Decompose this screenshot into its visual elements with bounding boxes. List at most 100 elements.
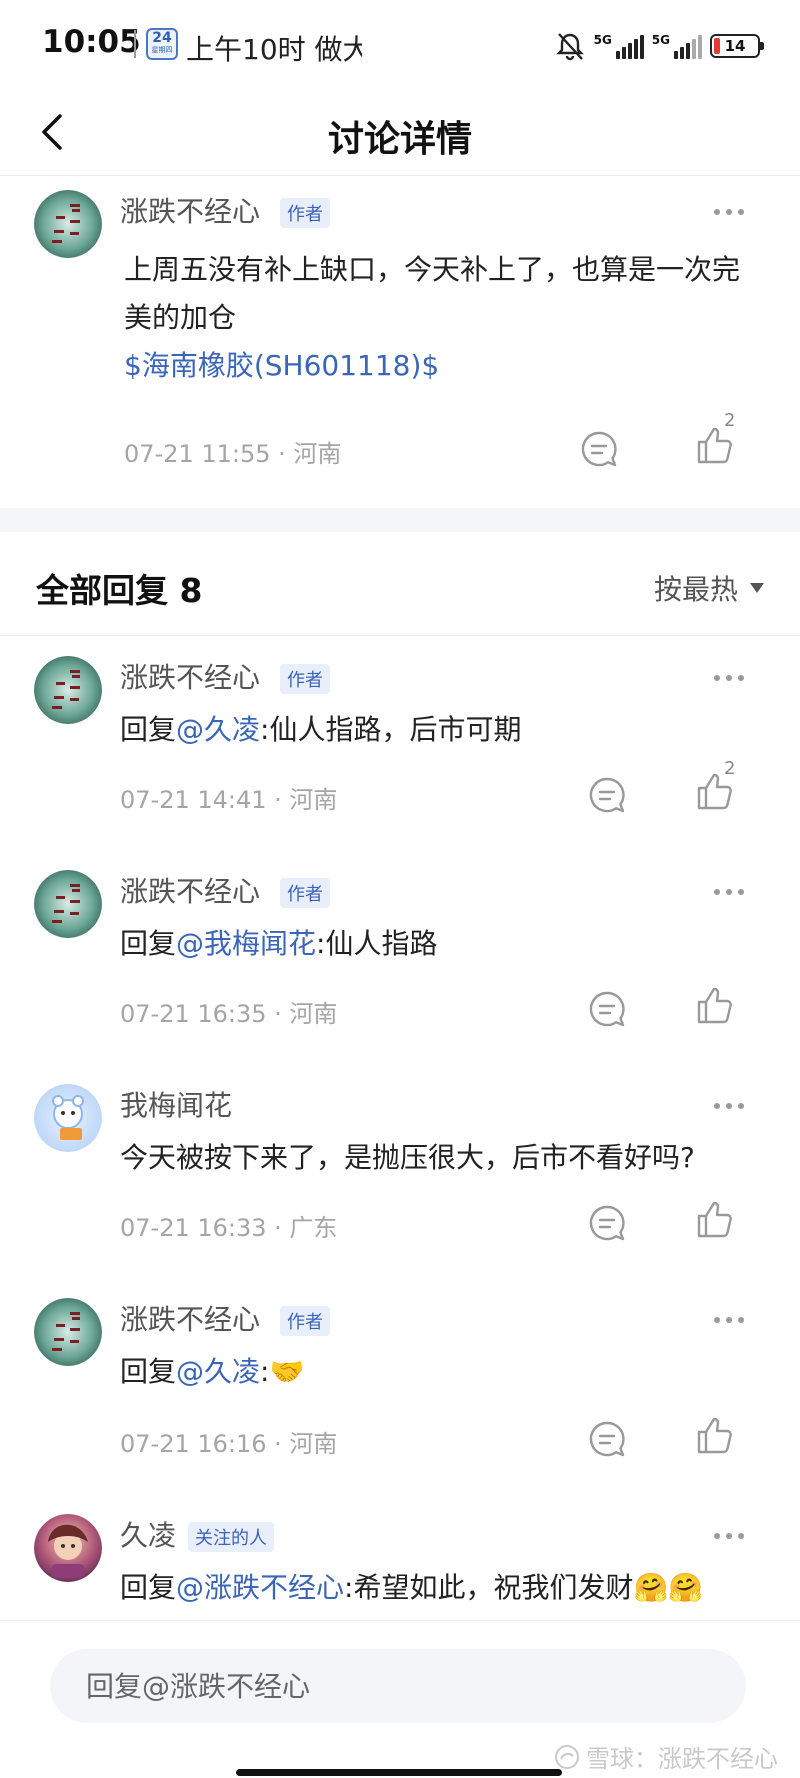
calendar-weekday: 星期四: [151, 46, 173, 54]
watermark: 雪球：涨跌不经心: [554, 1739, 778, 1774]
comment-icon: [589, 1421, 625, 1457]
page-title: 讨论详情: [327, 119, 472, 160]
hug-emoji-icon: 🤗🤗: [633, 1571, 704, 1604]
author-badge: 作者: [280, 664, 330, 694]
avatar[interactable]: [34, 1084, 102, 1152]
signal-icon: 5G: [594, 33, 644, 59]
reply-text: 回复@久凌:仙人指路，后市可期: [120, 706, 521, 754]
comment-button[interactable]: [584, 1200, 630, 1246]
avatar-image: [34, 190, 102, 258]
thumbs-up-icon: [697, 987, 732, 1024]
more-options-icon[interactable]: [714, 202, 744, 222]
reply-text: 今天被按下来了，是抛压很大，后市不看好吗?: [120, 1141, 695, 1174]
comment-icon: [589, 991, 625, 1027]
calendar-day: 24: [152, 30, 172, 46]
reply-author[interactable]: 我梅闻花: [120, 1084, 232, 1124]
caret-down-icon: [750, 583, 764, 593]
post-author[interactable]: 涨跌不经心: [120, 190, 260, 230]
reply-text: 回复@我梅闻花:仙人指路: [120, 920, 437, 968]
comment-button[interactable]: [584, 1416, 630, 1462]
reply-prefix: 回复: [120, 713, 177, 746]
following-badge: 关注的人: [188, 1522, 274, 1552]
post-text-line-2: 美的加仓: [124, 301, 237, 334]
reply-item: 久凌 关注的人 回复@涨跌不经心:希望如此，祝我们发财🤗🤗: [0, 1494, 800, 1624]
reply-body: :仙人指路，后市可期: [260, 713, 522, 746]
thumbs-up-icon: [697, 1417, 732, 1454]
reply-author[interactable]: 久凌: [120, 1514, 176, 1554]
avatar[interactable]: [34, 870, 102, 938]
battery-icon: 14: [710, 34, 764, 58]
reply-item: 涨跌不经心 作者 回复@我梅闻花:仙人指路 07-21 16:35 · 河南: [0, 850, 800, 1064]
handshake-emoji-icon: 🤝: [269, 1355, 305, 1388]
reply-item: 涨跌不经心 作者 回复@久凌:🤝 07-21 16:16 · 河南: [0, 1278, 800, 1494]
author-badge: 作者: [280, 878, 330, 908]
sort-label: 按最热: [653, 573, 738, 606]
reply-meta: 07-21 16:33 · 广东: [120, 1214, 338, 1242]
avatar[interactable]: [34, 1514, 102, 1582]
like-button[interactable]: [692, 982, 738, 1028]
reply-body: :仙人指路: [316, 927, 438, 960]
network-type-label-2: 5G: [651, 33, 670, 47]
like-count: 2: [724, 410, 736, 431]
mention-link[interactable]: @久凌: [176, 713, 260, 746]
signal-icon-2: 5G: [652, 33, 702, 59]
nav-bar: 讨论详情: [0, 90, 800, 176]
bell-muted-icon: [555, 33, 584, 61]
network-type-label: 5G: [593, 33, 612, 47]
reply-author[interactable]: 涨跌不经心: [120, 656, 260, 696]
post-text-line-1: 上周五没有补上缺口，今天补上了，也算是一次完: [124, 253, 741, 286]
reply-author[interactable]: 涨跌不经心: [120, 1298, 260, 1338]
calendar-icon: 24 星期四: [146, 28, 178, 60]
more-options-icon[interactable]: [714, 668, 744, 688]
comment-button[interactable]: [584, 986, 630, 1032]
more-options-icon[interactable]: [714, 1096, 744, 1116]
reply-meta: 07-21 16:35 · 河南: [120, 1000, 338, 1028]
post-card: 涨跌不经心 作者 上周五没有补上缺口，今天补上了，也算是一次完 美的加仓 $海南…: [0, 176, 800, 506]
stock-link[interactable]: $海南橡胶(SH601118)$: [124, 342, 439, 390]
reply-bar: 雪球：涨跌不经心: [0, 1620, 800, 1778]
reply-prefix: 回复: [120, 1355, 177, 1388]
avatar[interactable]: [34, 656, 102, 724]
comment-icon: [589, 777, 625, 813]
avatar-image: [34, 1298, 102, 1366]
thumbs-up-icon: [697, 1201, 732, 1238]
comment-icon: [581, 431, 617, 467]
battery-text: 14: [724, 37, 746, 55]
section-divider: [0, 508, 800, 532]
reply-meta: 07-21 14:41 · 河南: [120, 786, 338, 814]
reply-text: 回复@久凌:🤝: [120, 1348, 304, 1396]
watermark-text: 雪球：涨跌不经心: [586, 1745, 778, 1773]
status-notification: 上午10时 做大: [186, 33, 362, 66]
mention-link[interactable]: @我梅闻花: [176, 927, 316, 960]
reply-body: :希望如此，祝我们发财: [344, 1571, 634, 1604]
avatar-image: [34, 1514, 102, 1582]
more-options-icon[interactable]: [714, 1526, 744, 1546]
more-options-icon[interactable]: [714, 1310, 744, 1330]
status-bar: 10:05 24 星期四 上午10时 做大 5G 5G 14: [0, 0, 800, 90]
reply-prefix: 回复: [120, 927, 177, 960]
comment-button[interactable]: [576, 426, 622, 472]
mention-link[interactable]: @久凌: [176, 1355, 260, 1388]
reply-input[interactable]: [50, 1649, 746, 1723]
post-meta: 07-21 11:55 · 河南: [124, 440, 342, 468]
like-button[interactable]: [692, 1196, 738, 1242]
home-indicator[interactable]: [236, 1769, 562, 1776]
status-icons: 5G 5G 14: [554, 26, 764, 66]
avatar[interactable]: [34, 190, 102, 258]
author-badge: 作者: [280, 1306, 330, 1336]
like-count: 2: [724, 758, 736, 779]
avatar-image: [34, 656, 102, 724]
comment-icon: [589, 1205, 625, 1241]
comment-button[interactable]: [584, 772, 630, 818]
avatar[interactable]: [34, 1298, 102, 1366]
more-options-icon[interactable]: [714, 882, 744, 902]
reply-author[interactable]: 涨跌不经心: [120, 870, 260, 910]
replies-count-title: 全部回复 8: [36, 571, 203, 610]
like-button[interactable]: [692, 1412, 738, 1458]
sort-dropdown[interactable]: 按最热: [654, 568, 764, 608]
reply-item: 我梅闻花 今天被按下来了，是抛压很大，后市不看好吗? 07-21 16:33 ·…: [0, 1064, 800, 1278]
mention-link[interactable]: @涨跌不经心: [176, 1571, 344, 1604]
avatar-image: [34, 1084, 102, 1152]
status-divider: [134, 30, 136, 58]
reply-prefix: 回复: [120, 1571, 177, 1604]
